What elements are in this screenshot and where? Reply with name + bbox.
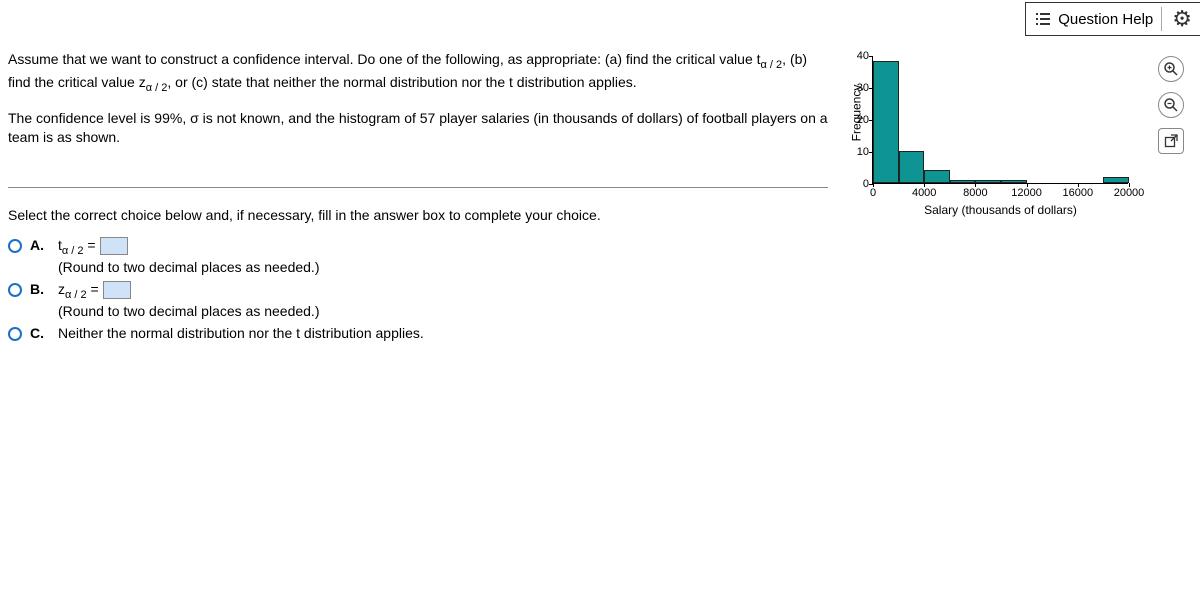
choice-b-body: zα / 2 = (Round to two decimal places as… (58, 281, 319, 319)
histogram-bar (975, 180, 1001, 183)
histogram-bar (1103, 177, 1129, 183)
question-paragraph-2: The confidence level is 99%, σ is not kn… (8, 109, 828, 147)
xtick-label: 0 (870, 187, 876, 199)
choice-a-note: (Round to two decimal places as needed.) (58, 259, 319, 275)
divider-vertical (1161, 7, 1162, 31)
zoom-in-icon[interactable] (1158, 56, 1184, 82)
xtick-label: 12000 (1011, 187, 1042, 199)
xtick-label: 8000 (963, 187, 987, 199)
answer-input-a[interactable] (100, 237, 128, 255)
chart-xlabel: Salary (thousands of dollars) (924, 203, 1077, 217)
ytick-label: 40 (849, 50, 869, 62)
top-bar: Question Help ⚙ (1025, 2, 1200, 36)
choice-a-body: tα / 2 = (Round to two decimal places as… (58, 237, 319, 275)
popout-icon[interactable] (1158, 128, 1184, 154)
question-help-link[interactable]: Question Help (1058, 11, 1153, 28)
choice-a: A. tα / 2 = (Round to two decimal places… (8, 237, 828, 275)
histogram-bar (873, 61, 899, 183)
ytick-label: 0 (849, 178, 869, 190)
chart-tools (1158, 56, 1184, 154)
chart-area: Frequency Salary (thousands of dollars) … (842, 50, 1182, 220)
xtick-label: 20000 (1114, 187, 1145, 199)
choice-c-text: Neither the normal distribution nor the … (58, 325, 424, 341)
choices-group: A. tα / 2 = (Round to two decimal places… (8, 237, 828, 341)
question-paragraph-1: Assume that we want to construct a confi… (8, 50, 828, 95)
choice-b-note: (Round to two decimal places as needed.) (58, 303, 319, 319)
choice-b: B. zα / 2 = (Round to two decimal places… (8, 281, 828, 319)
main-content: Assume that we want to construct a confi… (0, 0, 1200, 347)
gear-icon[interactable]: ⚙ (1170, 6, 1194, 32)
list-icon (1036, 13, 1050, 25)
histogram-bar (924, 170, 950, 183)
radio-a[interactable] (8, 239, 22, 253)
radio-c[interactable] (8, 327, 22, 341)
section-divider (8, 187, 828, 188)
radio-b[interactable] (8, 283, 22, 297)
ytick-label: 30 (849, 82, 869, 94)
answer-input-b[interactable] (103, 281, 131, 299)
choice-b-letter: B. (30, 281, 50, 297)
histogram-bar (1001, 180, 1027, 183)
zoom-out-icon[interactable] (1158, 92, 1184, 118)
histogram-bar (950, 180, 976, 183)
histogram-bar (899, 151, 925, 183)
choice-a-letter: A. (30, 237, 50, 253)
choice-prompt: Select the correct choice below and, if … (8, 206, 828, 225)
question-column: Assume that we want to construct a confi… (8, 50, 828, 347)
choice-c-letter: C. (30, 325, 50, 341)
xtick-label: 4000 (912, 187, 936, 199)
histogram-bars (873, 56, 1128, 183)
ytick-label: 20 (849, 114, 869, 126)
ytick-label: 10 (849, 146, 869, 158)
choice-c: C. Neither the normal distribution nor t… (8, 325, 828, 341)
histogram-plot: Salary (thousands of dollars) 0102030400… (872, 56, 1128, 184)
xtick-label: 16000 (1063, 187, 1094, 199)
